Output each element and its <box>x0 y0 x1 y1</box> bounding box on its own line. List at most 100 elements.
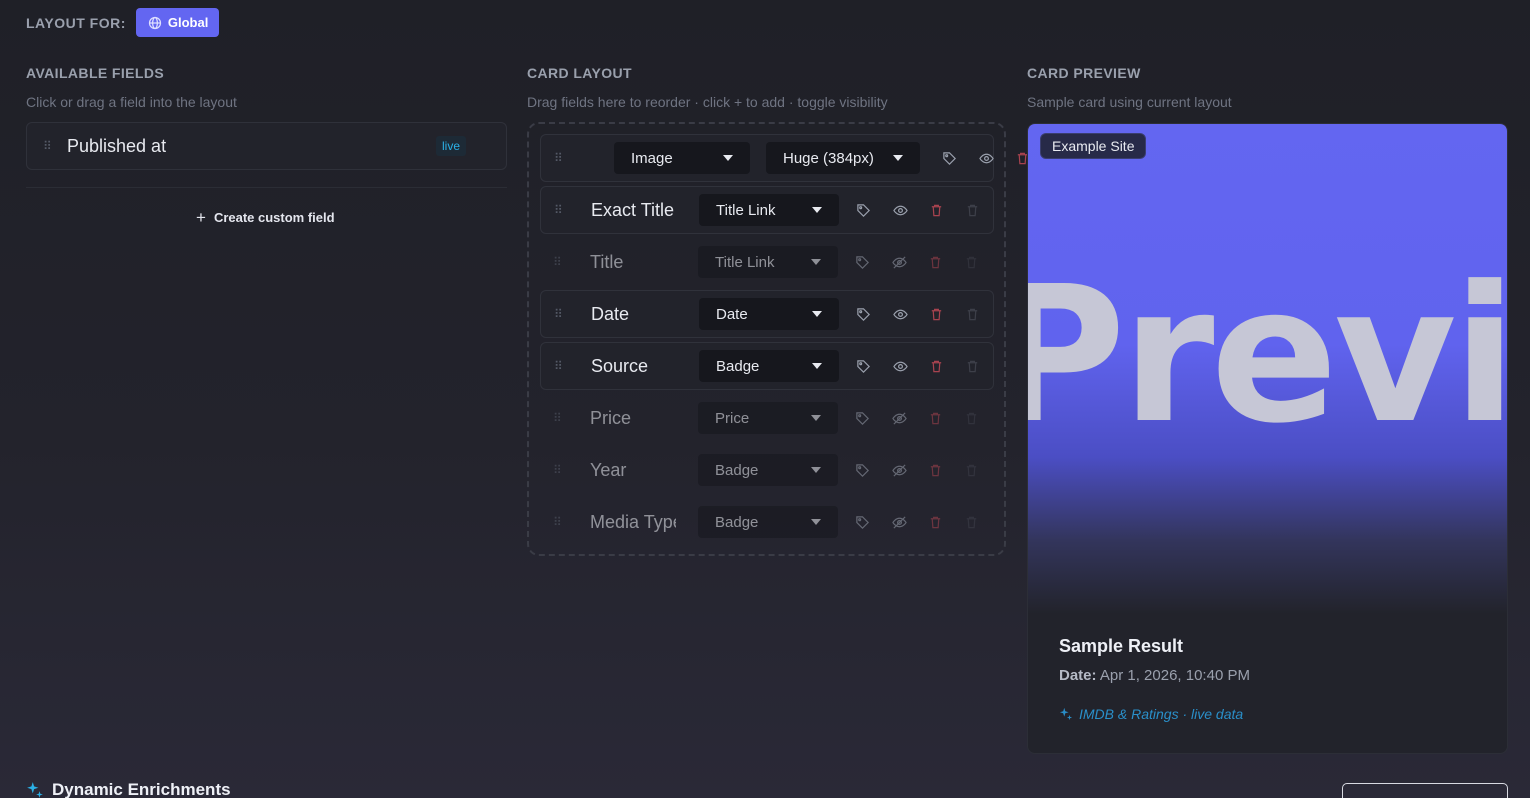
plus-icon: + <box>196 208 206 227</box>
available-field-label: Published at <box>67 135 167 156</box>
drag-handle-icon[interactable]: ⠿ <box>553 256 569 268</box>
tag-icon[interactable] <box>853 409 871 427</box>
delete-icon[interactable] <box>926 513 944 531</box>
eye-icon[interactable] <box>891 305 909 323</box>
layout-row-price[interactable]: ⠿ Price Price <box>540 394 994 442</box>
drag-handle-icon[interactable]: ⠿ <box>554 360 570 372</box>
sample-date-label: Date: <box>1059 667 1097 684</box>
chevron-down-icon <box>811 259 821 265</box>
chevron-down-icon <box>812 207 822 213</box>
trash-icon[interactable] <box>963 357 981 375</box>
field-format-select[interactable]: Date <box>699 298 839 330</box>
preview-card[interactable]: Preview Example Site Sample Result Date:… <box>1027 123 1508 754</box>
enrichment-link-label: IMDB & Ratings · live data <box>1079 706 1244 722</box>
drag-handle-icon[interactable]: ⠿ <box>43 140 59 152</box>
drag-handle-icon[interactable]: ⠿ <box>554 152 570 164</box>
scope-global-button[interactable]: Global <box>135 8 220 37</box>
drag-handle-icon[interactable]: ⠿ <box>553 464 569 476</box>
delete-icon[interactable] <box>926 461 944 479</box>
preview-image-text: Preview <box>1028 246 1508 465</box>
layout-row-exact-title[interactable]: ⠿ Exact Title Title Link <box>540 186 994 234</box>
eye-icon[interactable] <box>891 357 909 375</box>
field-format-value: Title Link <box>715 253 775 271</box>
eye-off-icon[interactable] <box>890 409 908 427</box>
chevron-down-icon <box>812 363 822 369</box>
field-format-select[interactable]: Badge <box>699 350 839 382</box>
available-fields-title: AVAILABLE FIELDS <box>26 65 165 81</box>
field-format-select[interactable]: Price <box>698 402 838 434</box>
layout-row-media-type[interactable]: ⠿ Media Type Badge <box>540 498 994 546</box>
layout-row-title[interactable]: ⠿ Title Title Link <box>540 238 994 286</box>
scope-global-label: Global <box>167 15 209 30</box>
field-format-select[interactable]: Title Link <box>699 194 839 226</box>
trash-icon[interactable] <box>962 513 980 531</box>
field-format-value: Price <box>715 409 750 427</box>
create-custom-field-button[interactable]: + Create custom field <box>196 209 335 226</box>
eye-off-icon[interactable] <box>890 513 908 531</box>
tag-icon[interactable] <box>853 253 871 271</box>
eye-off-icon[interactable] <box>890 253 908 271</box>
card-layout-title: CARD LAYOUT <box>527 65 632 81</box>
layout-row-date[interactable]: ⠿ Date Date <box>540 290 994 338</box>
sample-date-value: Apr 1, 2026, 10:40 PM <box>1099 667 1250 684</box>
tag-icon[interactable] <box>853 461 871 479</box>
chevron-down-icon <box>811 415 821 421</box>
trash-icon[interactable] <box>962 461 980 479</box>
sparkle-icon <box>27 782 43 798</box>
delete-icon[interactable] <box>927 305 945 323</box>
eye-off-icon[interactable] <box>890 461 908 479</box>
eye-icon[interactable] <box>977 149 995 167</box>
field-format-value: Badge <box>716 357 760 375</box>
sample-date: Date: Apr 1, 2026, 10:40 PM <box>1059 667 1250 684</box>
divider <box>26 187 507 188</box>
card-layout-subtitle: Drag fields here to reorder · click + to… <box>527 94 888 110</box>
tag-icon[interactable] <box>854 201 872 219</box>
tag-icon[interactable] <box>854 357 872 375</box>
add-enrichment-button[interactable] <box>1342 783 1508 798</box>
chevron-down-icon <box>893 155 903 161</box>
field-label: Title <box>590 251 624 272</box>
field-format-select[interactable]: Badge <box>698 454 838 486</box>
tag-icon[interactable] <box>853 513 871 531</box>
delete-icon[interactable] <box>926 409 944 427</box>
globe-icon <box>148 16 162 29</box>
delete-icon[interactable] <box>927 357 945 375</box>
field-format-select[interactable]: Badge <box>698 506 838 538</box>
field-format-value: Badge <box>715 461 759 479</box>
drag-handle-icon[interactable]: ⠿ <box>553 516 569 528</box>
delete-icon[interactable] <box>927 201 945 219</box>
eye-icon[interactable] <box>891 201 909 219</box>
layout-row-image[interactable]: ⠿ Image Huge (384px) <box>540 134 1027 182</box>
field-format-select[interactable]: Title Link <box>698 246 838 278</box>
sample-result-title[interactable]: Sample Result <box>1059 636 1183 657</box>
field-label: Date <box>591 303 630 324</box>
trash-icon[interactable] <box>962 409 980 427</box>
drag-handle-icon[interactable]: ⠿ <box>553 412 569 424</box>
drag-handle-icon[interactable]: ⠿ <box>554 308 570 320</box>
enrichment-link[interactable]: IMDB & Ratings · live data <box>1059 706 1243 722</box>
trash-icon[interactable] <box>962 253 980 271</box>
available-fields-subtitle: Click or drag a field into the layout <box>26 94 237 110</box>
card-preview-title: CARD PREVIEW <box>1027 65 1141 81</box>
field-label: Exact Title <box>591 199 675 220</box>
image-size-select[interactable]: Huge (384px) <box>766 142 920 174</box>
layout-row-source[interactable]: ⠿ Source Badge <box>540 342 994 390</box>
field-format-value: Title Link <box>716 201 776 219</box>
create-custom-field-label: Create custom field <box>213 210 335 225</box>
delete-icon[interactable] <box>926 253 944 271</box>
dynamic-enrichments-title: Dynamic Enrichments <box>26 780 231 798</box>
image-type-select[interactable]: Image <box>614 142 750 174</box>
trash-icon[interactable] <box>963 201 981 219</box>
field-label: Year <box>590 459 627 480</box>
layout-row-year[interactable]: ⠿ Year Badge <box>540 446 994 494</box>
sparkle-icon <box>1059 707 1073 721</box>
drag-handle-icon[interactable]: ⠿ <box>554 204 570 216</box>
trash-icon[interactable] <box>963 305 981 323</box>
image-type-value: Image <box>631 149 673 167</box>
tag-icon[interactable] <box>854 305 872 323</box>
field-format-value: Badge <box>715 513 759 531</box>
tag-icon[interactable] <box>940 149 958 167</box>
chevron-down-icon <box>812 311 822 317</box>
available-field-published-at[interactable]: ⠿ Published at live <box>26 122 507 170</box>
dynamic-enrichments-label: Dynamic Enrichments <box>52 780 231 798</box>
